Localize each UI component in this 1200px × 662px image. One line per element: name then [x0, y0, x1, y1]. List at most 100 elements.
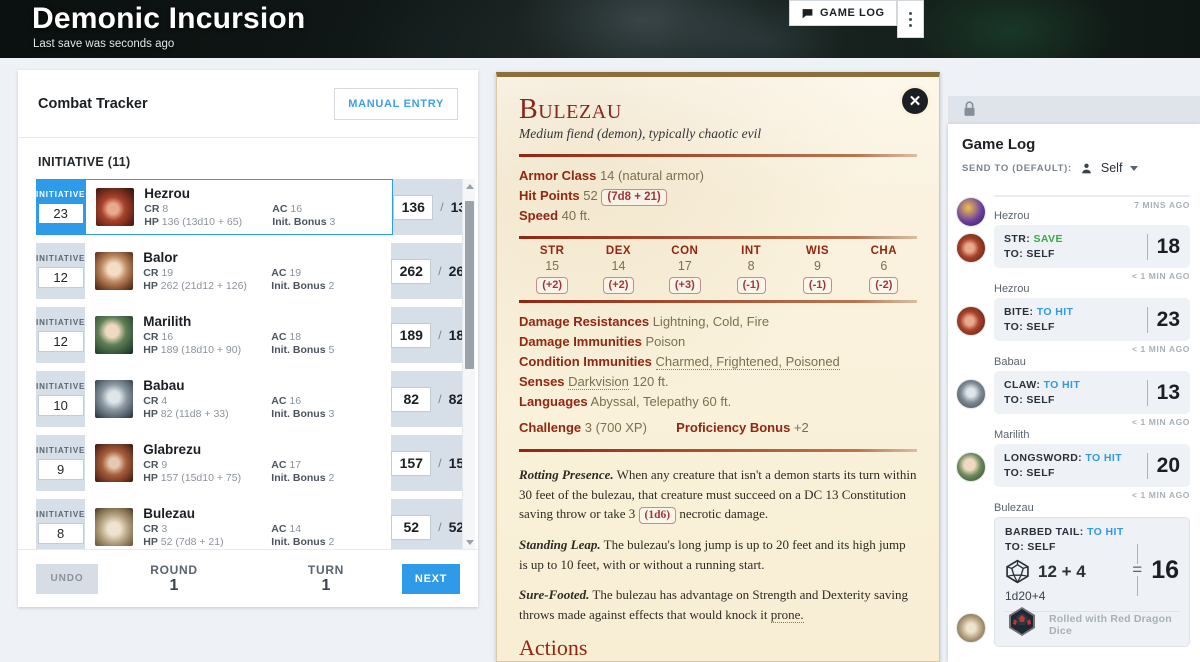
log-entry-bubble[interactable]: BITE: TO HIT TO: SELF 23 — [994, 298, 1190, 341]
log-entry[interactable]: Marilith LONGSWORD: TO HIT TO: SELF 20 < 1 M… — [948, 429, 1200, 500]
initiative-input[interactable]: 12 — [37, 331, 84, 352]
log-entry-expanded[interactable]: Bulezau BARBED TAIL: TO HIT TO: SELF 12 + 4… — [948, 502, 1200, 647]
condition-immunities-value[interactable]: Charmed, Frightened, Poisoned — [655, 354, 840, 370]
log-entry-action: STR: — [1004, 233, 1031, 245]
initiative-caption: INITIATIVE — [36, 382, 86, 391]
ability-modifier-button[interactable]: (-1) — [736, 277, 766, 294]
hp-current-input[interactable]: 82 — [391, 386, 432, 412]
log-entry-time: < 1 MIN AGO — [1131, 344, 1190, 354]
creature-card[interactable]: Babau CR 4 HP 82 (11d8 + 33) AC 16 Init. Bon… — [85, 371, 392, 427]
initiative-input[interactable]: 10 — [37, 395, 84, 416]
initiative-section-header: INITIATIVE (11) — [38, 155, 131, 169]
hit-points-dice-button[interactable]: (7d8 + 21) — [601, 189, 667, 206]
roll-total: 16 — [1151, 555, 1179, 584]
ability-modifier-button[interactable]: (+3) — [668, 277, 701, 294]
manual-entry-button[interactable]: MANUAL ENTRY — [334, 87, 458, 120]
hp-separator: / — [440, 200, 444, 214]
ability-modifier-button[interactable]: (+2) — [536, 277, 569, 294]
game-log-button[interactable]: GAME LOG — [789, 0, 897, 26]
creature-ac: AC 19 — [271, 266, 302, 279]
ability-score: CON 17 (+3) — [652, 245, 718, 294]
log-entry[interactable]: Babau CLAW: TO HIT TO: SELF 13 < 1 MIN AGO — [948, 356, 1200, 427]
hp-separator: / — [438, 456, 442, 470]
chevron-down-icon[interactable] — [1130, 165, 1139, 171]
creature-card[interactable]: Hezrou CR 8 HP 136 (13d10 + 65) AC 16 Init. … — [85, 179, 394, 235]
ability-modifier-button[interactable]: (+2) — [602, 277, 635, 294]
hp-current-input[interactable]: 52 — [391, 514, 432, 540]
ability-modifier-button[interactable]: (-2) — [869, 277, 899, 294]
damage-immunities-label: Damage Immunities — [519, 334, 642, 349]
initiative-input[interactable]: 8 — [37, 523, 84, 544]
table-row[interactable]: INITIATIVE 10 Babau CR 4 HP 82 (11d8 + 33) AC… — [36, 371, 465, 427]
trait-name: Rotting Presence. — [519, 467, 614, 482]
lock-icon[interactable] — [962, 100, 977, 118]
creature-init-bonus: Init. Bonus 5 — [271, 343, 335, 356]
trait-dice-button[interactable]: (1d6) — [638, 507, 677, 524]
turn-value: 1 — [321, 576, 331, 594]
speed-label: Speed — [519, 208, 559, 223]
game-log-panel: Game Log SEND TO (DEFAULT): Self 7 MINS … — [948, 124, 1200, 662]
hp-cell: 82/82 — [391, 371, 465, 427]
game-log-entries[interactable]: 7 MINS AGO Hezrou STR: SAVE TO: SELF 18 < 1 … — [948, 181, 1200, 662]
table-row[interactable]: INITIATIVE 12 Marilith CR 16 HP 189 (18d10 +… — [36, 307, 472, 363]
scroll-down-icon[interactable] — [463, 535, 476, 549]
creature-init-bonus: Init. Bonus 2 — [271, 279, 335, 292]
combat-tracker-panel: Combat Tracker MANUAL ENTRY INITIATIVE (… — [18, 70, 478, 607]
creature-card[interactable]: Balor CR 19 HP 262 (21d12 + 126) AC 19 Init.… — [85, 243, 392, 299]
next-turn-button[interactable]: NEXT — [402, 563, 460, 594]
ability-score: INT 8 (-1) — [718, 245, 784, 294]
scrollbar-thumb[interactable] — [465, 201, 474, 369]
statblock-traits: Rotting Presence. When any creature that… — [519, 465, 917, 624]
log-entry-bubble[interactable]: STR: SAVE TO: SELF 18 — [994, 225, 1190, 268]
statblock-trait: Standing Leap. The bulezau's long jump i… — [519, 535, 917, 574]
hp-current-input[interactable]: 189 — [391, 322, 432, 348]
initiative-input[interactable]: 9 — [37, 459, 84, 480]
table-row[interactable]: INITIATIVE 23 Hezrou CR 8 HP 136 (13d10 + 65… — [36, 179, 474, 235]
game-log-button-label: GAME LOG — [820, 7, 885, 19]
armor-class-value: 14 (natural armor) — [599, 168, 704, 183]
initiative-input[interactable]: 23 — [37, 203, 84, 224]
undo-button[interactable]: UNDO — [36, 563, 98, 594]
trait-text-after[interactable]: prone. — [770, 606, 804, 623]
close-icon[interactable]: ✕ — [902, 88, 928, 114]
page-banner: Demonic Incursion Last save was seconds … — [0, 0, 1200, 58]
log-entry-target: TO: SELF — [1004, 394, 1055, 406]
log-entry-action: BARBED TAIL: — [1005, 526, 1084, 538]
log-entry-bubble[interactable]: CLAW: TO HIT TO: SELF 13 — [994, 371, 1190, 414]
hp-current-input[interactable]: 157 — [391, 450, 432, 476]
creature-card[interactable]: Marilith CR 16 HP 189 (18d10 + 90) AC 18 Ini… — [85, 307, 392, 363]
scroll-up-icon[interactable] — [463, 179, 476, 193]
log-entry-kind: TO HIT — [1036, 306, 1074, 318]
log-entry[interactable]: Hezrou STR: SAVE TO: SELF 18 < 1 MIN AGO — [948, 210, 1200, 281]
log-entry[interactable]: Hezrou BITE: TO HIT TO: SELF 23 < 1 MIN AGO — [948, 283, 1200, 354]
creature-card[interactable]: Bulezau CR 3 HP 52 (7d8 + 21) AC 14 Init. Bo… — [85, 499, 392, 549]
table-row[interactable]: INITIATIVE 9 Glabrezu CR 9 HP 157 (15d10 + 7… — [36, 435, 472, 491]
challenge-label: Challenge — [519, 420, 582, 435]
senses-value: 120 ft. — [632, 374, 669, 389]
hp-current-input[interactable]: 136 — [393, 194, 434, 220]
table-row[interactable]: INITIATIVE 12 Balor CR 19 HP 262 (21d12 + 12… — [36, 243, 472, 299]
hp-current-input[interactable]: 262 — [391, 258, 432, 284]
log-entry-bubble[interactable]: BARBED TAIL: TO HIT TO: SELF 12 + 4 1d20+4 =… — [994, 517, 1190, 647]
send-to-row[interactable]: SEND TO (DEFAULT): Self — [962, 161, 1186, 175]
ability-modifier-button[interactable]: (-1) — [802, 277, 833, 294]
hp-cell: 262/262 — [391, 243, 472, 299]
initiative-scrollbar[interactable] — [462, 179, 475, 549]
creature-init-bonus: Init. Bonus 2 — [271, 471, 335, 484]
creature-card[interactable]: Glabrezu CR 9 HP 157 (15d10 + 75) AC 17 Init… — [85, 435, 392, 491]
proficiency-bonus-label: Proficiency Bonus — [676, 420, 791, 435]
red-dragon-dice-icon[interactable] — [1005, 604, 1039, 638]
senses-darkvision-link[interactable]: Darkvision — [568, 374, 629, 390]
avatar — [95, 444, 134, 482]
overflow-menu-button[interactable] — [897, 0, 924, 38]
actions-heading: Actions — [519, 635, 588, 660]
languages-line: Languages Abyssal, Telepathy 60 ft. — [519, 392, 917, 412]
creature-name: Hezrou — [144, 185, 191, 201]
ability-value: 8 — [747, 259, 755, 273]
initiative-input[interactable]: 12 — [37, 267, 84, 288]
log-entry-bubble[interactable]: LONGSWORD: TO HIT TO: SELF 20 — [994, 444, 1190, 487]
creature-ac: AC 16 — [272, 202, 303, 215]
table-row[interactable]: INITIATIVE 8 Bulezau CR 3 HP 52 (7d8 + 21) AC… — [36, 499, 465, 549]
person-icon — [1082, 163, 1091, 173]
avatar — [95, 252, 134, 290]
